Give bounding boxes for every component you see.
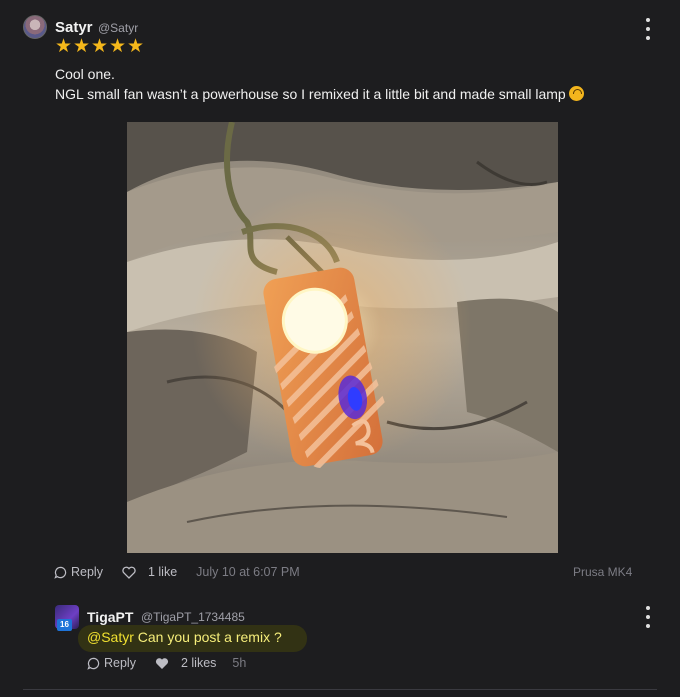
reply-button[interactable]: Reply [54, 565, 103, 579]
star-icon: ★ [127, 36, 145, 57]
heart-icon[interactable] [155, 657, 169, 670]
printer-label: Prusa MK4 [573, 565, 633, 579]
mention-link[interactable]: @Satyr [87, 629, 134, 645]
reply-icon [54, 566, 67, 579]
reply-author-name[interactable]: TigaPT [87, 609, 133, 625]
like-count[interactable]: 2 likes [181, 656, 216, 670]
reply-more-options-icon[interactable] [643, 606, 653, 628]
reply-label: Reply [71, 565, 103, 579]
comment-photo[interactable] [127, 122, 558, 553]
reply-text: Can you post a remix ? [137, 629, 282, 645]
comment-actions: Reply 1 like July 10 at 6:07 PM [54, 565, 300, 579]
reply-body: @Satyr Can you post a remix ? [87, 627, 282, 647]
author-name[interactable]: Satyr [55, 19, 93, 36]
upside-down-face-emoji-icon [568, 86, 584, 101]
timestamp: 5h [232, 656, 247, 670]
comment-line-2: NGL small fan wasn’t a powerhouse so I r… [55, 84, 584, 104]
comment-line-1: Cool one. [55, 66, 115, 82]
reply-reply-button[interactable]: Reply [87, 656, 136, 670]
star-icon: ★ [91, 36, 109, 57]
reply-actions: Reply 2 likes 5h [87, 656, 246, 670]
level-badge: 16 [57, 619, 72, 631]
more-options-icon[interactable] [643, 18, 653, 40]
divider [23, 689, 657, 690]
star-icon: ★ [55, 36, 73, 57]
reply-label: Reply [104, 656, 136, 670]
reply-icon [87, 657, 100, 670]
heart-icon[interactable] [122, 566, 136, 579]
star-icon: ★ [73, 36, 91, 57]
author-handle[interactable]: @Satyr [98, 21, 138, 35]
like-count[interactable]: 1 like [148, 565, 177, 579]
star-icon: ★ [109, 36, 127, 57]
rating-stars: ★ ★ ★ ★ ★ [55, 36, 145, 57]
comment-text: NGL small fan wasn’t a powerhouse so I r… [55, 86, 566, 102]
reply-author-handle[interactable]: @TigaPT_1734485 [141, 610, 245, 624]
avatar[interactable] [23, 15, 47, 39]
timestamp: July 10 at 6:07 PM [196, 565, 300, 579]
